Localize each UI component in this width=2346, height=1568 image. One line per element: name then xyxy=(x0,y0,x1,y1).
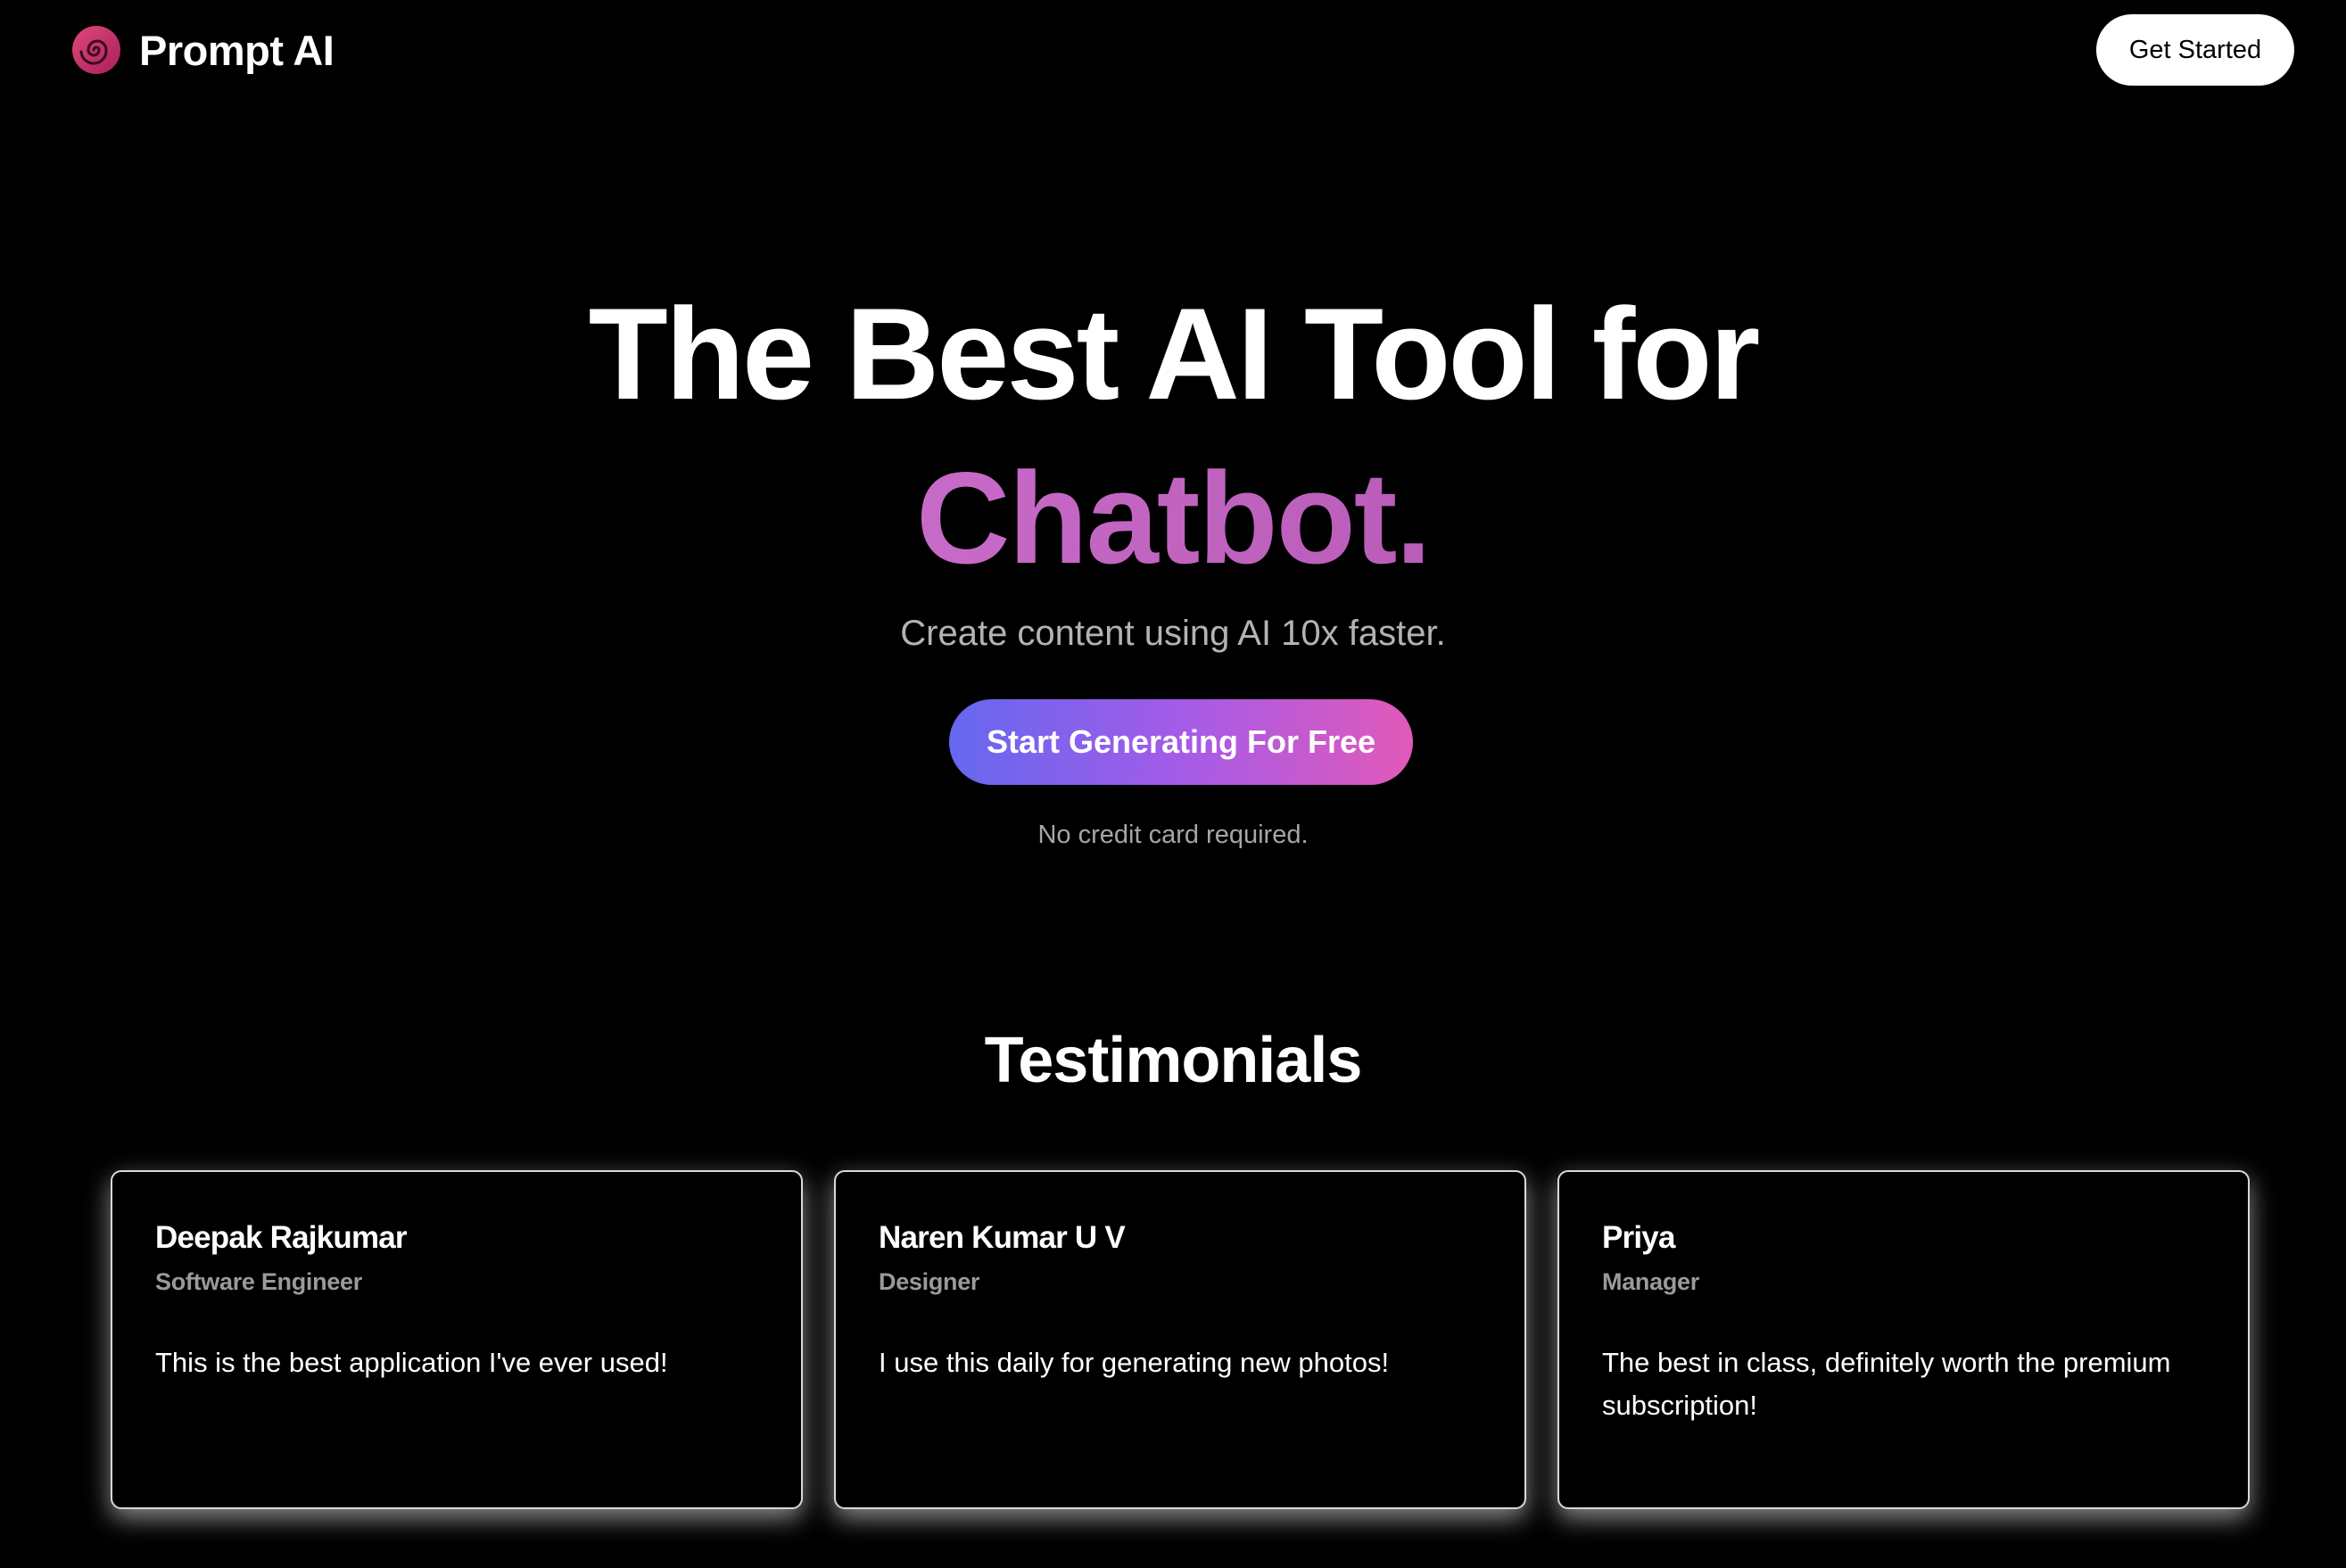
testimonial-name: Deepak Rajkumar xyxy=(155,1220,408,1255)
brand[interactable]: Prompt AI xyxy=(71,25,335,75)
brand-name: Prompt AI xyxy=(139,26,335,74)
testimonial-role: Software Engineer xyxy=(155,1268,362,1295)
testimonial-quote: The best in class, definitely worth the … xyxy=(1602,1347,2171,1421)
no-credit-card-note: No credit card required. xyxy=(1037,821,1309,849)
testimonial-name: Priya xyxy=(1602,1220,1675,1255)
testimonial-role: Designer xyxy=(879,1268,980,1295)
testimonials-list: Deepak Rajkumar Software Engineer This i… xyxy=(111,1170,2251,1513)
testimonial-role: Manager xyxy=(1602,1268,1699,1295)
testimonials-heading: Testimonials xyxy=(984,1025,1363,1096)
testimonial-quote: I use this daily for generating new phot… xyxy=(879,1347,1390,1378)
testimonial-card: Priya Manager The best in class, definit… xyxy=(1557,1170,2250,1509)
testimonial-quote: This is the best application I've ever u… xyxy=(155,1347,668,1378)
hero-accent-word: Chatbot. xyxy=(916,445,1432,590)
hero-title: The Best AI Tool for xyxy=(588,281,1761,426)
spiral-icon xyxy=(72,26,120,74)
site-header: Prompt AI Get Started xyxy=(0,0,2346,103)
get-started-button[interactable]: Get Started xyxy=(2096,14,2294,86)
hero-title-accent-line: Chatbot. xyxy=(0,442,2346,594)
testimonial-card: Naren Kumar U V Designer I use this dail… xyxy=(834,1170,1526,1509)
testimonial-card: Deepak Rajkumar Software Engineer This i… xyxy=(111,1170,803,1509)
hero-subtitle: Create content using AI 10x faster. xyxy=(900,614,1446,653)
testimonial-name: Naren Kumar U V xyxy=(879,1220,1126,1255)
start-generating-button[interactable]: Start Generating For Free xyxy=(949,699,1413,785)
